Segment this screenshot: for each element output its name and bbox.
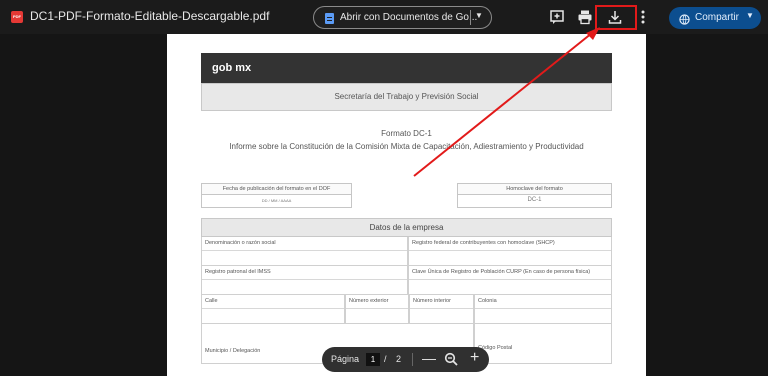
zoom-out-icon[interactable]: — — [422, 350, 436, 366]
page-label: Página — [331, 354, 360, 364]
zoom-in-icon[interactable]: + — [470, 349, 479, 367]
current-page-input[interactable]: 1 — [366, 353, 380, 366]
page-separator: / — [384, 354, 387, 364]
pager-divider — [412, 353, 413, 366]
total-pages: 2 — [396, 354, 402, 364]
zoom-fit-icon[interactable] — [444, 352, 458, 371]
annotation-arrow — [413, 27, 600, 177]
page-navigator: Página 1 / 2 — + — [322, 347, 489, 372]
